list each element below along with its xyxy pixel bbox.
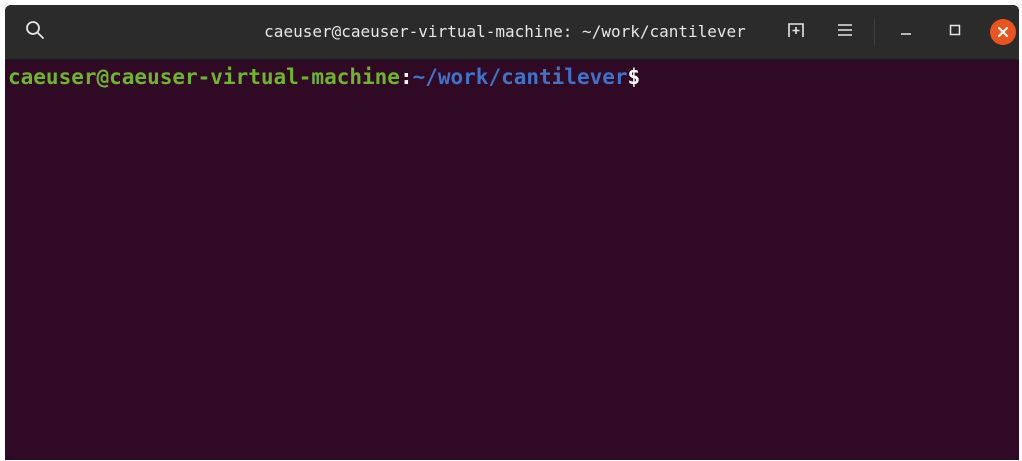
new-tab-icon — [786, 20, 806, 45]
titlebar-separator — [874, 19, 875, 45]
terminal-area[interactable]: caeuser@caeuser-virtual-machine:~/work/c… — [5, 60, 1019, 460]
close-button[interactable] — [987, 16, 1019, 48]
window-title: caeuser@caeuser-virtual-machine: ~/work/… — [264, 22, 746, 41]
search-button[interactable] — [19, 16, 51, 48]
maximize-button[interactable] — [939, 16, 971, 48]
maximize-icon — [947, 22, 963, 43]
close-icon — [990, 19, 1016, 45]
search-icon — [25, 20, 45, 45]
minimize-button[interactable] — [890, 16, 922, 48]
hamburger-menu-icon — [836, 22, 854, 43]
minimize-icon — [898, 22, 914, 43]
menu-button[interactable] — [829, 16, 861, 48]
new-tab-button[interactable] — [780, 16, 812, 48]
title-bar[interactable]: caeuser@caeuser-virtual-machine: ~/work/… — [5, 5, 1019, 60]
terminal-window: caeuser@caeuser-virtual-machine: ~/work/… — [5, 5, 1019, 460]
prompt-symbol: $ — [627, 65, 641, 89]
prompt-separator: : — [399, 65, 413, 89]
prompt-path: ~/work/cantilever — [412, 65, 628, 89]
prompt-user-host: caeuser@caeuser-virtual-machine — [8, 65, 400, 89]
